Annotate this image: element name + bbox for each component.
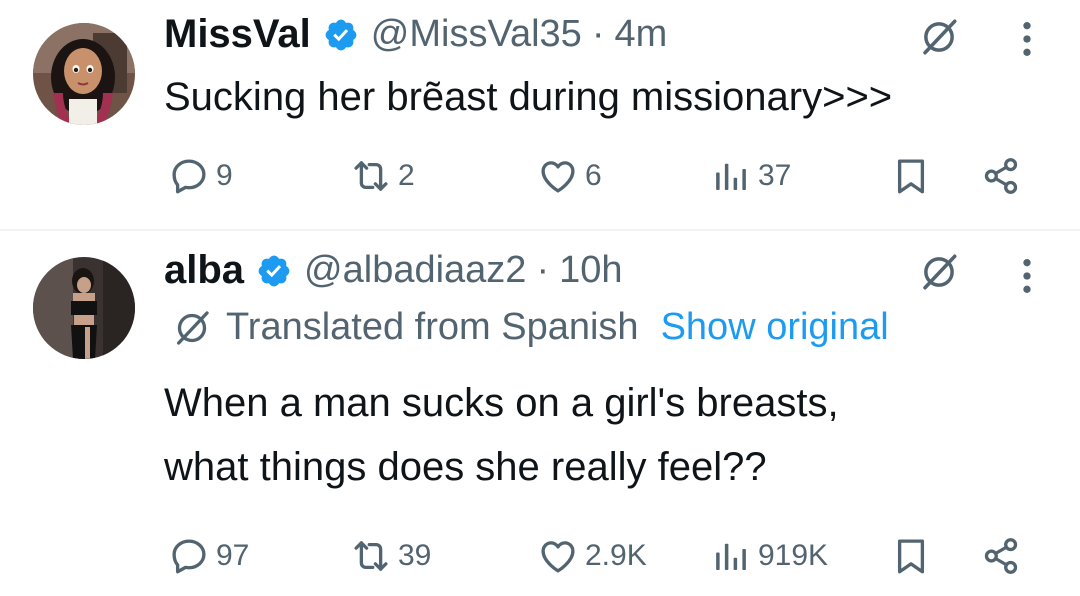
reply-count: 9: [216, 159, 233, 192]
repost-count: 39: [398, 539, 432, 572]
share-button[interactable]: [980, 535, 1022, 582]
bookmark-icon: [890, 535, 932, 577]
like-icon: [537, 155, 579, 197]
repost-icon: [350, 535, 392, 577]
tweet-header: alba @albadiaaz2 · 10h: [164, 248, 623, 293]
tweet-text-line-1: When a man sucks on a girl's breasts,: [164, 381, 839, 425]
translation-notice: Translated from Spanish Show original: [172, 306, 889, 349]
display-name[interactable]: alba: [164, 248, 244, 293]
tweet-text: Sucking her brẽast during missionary>>>: [164, 75, 893, 119]
share-icon: [980, 155, 1022, 197]
more-icon[interactable]: [1022, 19, 1032, 59]
bookmark-button[interactable]: [890, 155, 932, 202]
views-icon: [710, 155, 752, 197]
separator: ·: [591, 13, 605, 55]
views-button[interactable]: 37: [710, 155, 791, 197]
translated-label: Translated from Spanish: [226, 306, 639, 348]
translate-icon: [172, 308, 212, 348]
reply-button[interactable]: 97: [168, 535, 249, 577]
views-count: 37: [758, 159, 792, 192]
divider: [0, 229, 1080, 231]
user-handle[interactable]: @MissVal35: [371, 13, 582, 56]
repost-icon: [350, 155, 392, 197]
bookmark-button[interactable]: [890, 535, 932, 582]
tweet-text-line-2: what things does she really feel??: [164, 445, 767, 489]
show-original-link[interactable]: Show original: [661, 306, 889, 349]
more-icon[interactable]: [1022, 256, 1032, 296]
like-icon: [537, 535, 579, 577]
reply-button[interactable]: 9: [168, 155, 233, 197]
user-handle[interactable]: @albadiaaz2: [304, 249, 526, 292]
like-count: 2.9K: [585, 539, 647, 572]
reply-icon: [168, 155, 210, 197]
verified-badge-icon: [323, 17, 359, 53]
display-name[interactable]: MissVal: [164, 12, 311, 57]
views-icon: [710, 535, 752, 577]
reply-icon: [168, 535, 210, 577]
grok-icon[interactable]: [918, 16, 960, 58]
views-button[interactable]: 919K: [710, 535, 828, 577]
reply-count: 97: [216, 539, 250, 572]
timestamp[interactable]: 4m: [614, 13, 667, 56]
repost-button[interactable]: 2: [350, 155, 415, 197]
bookmark-icon: [890, 155, 932, 197]
views-count: 919K: [758, 539, 829, 572]
share-icon: [980, 535, 1022, 577]
like-button[interactable]: 6: [537, 155, 602, 197]
verified-badge-icon: [256, 253, 292, 289]
avatar[interactable]: [33, 257, 135, 359]
separator: ·: [536, 249, 550, 291]
avatar[interactable]: [33, 23, 135, 125]
repost-button[interactable]: 39: [350, 535, 431, 577]
repost-count: 2: [398, 159, 415, 192]
like-count: 6: [585, 159, 602, 192]
tweet-header: MissVal @MissVal35 · 4m: [164, 12, 667, 57]
share-button[interactable]: [980, 155, 1022, 202]
like-button[interactable]: 2.9K: [537, 535, 647, 577]
grok-icon[interactable]: [918, 251, 960, 293]
timestamp[interactable]: 10h: [559, 249, 622, 292]
